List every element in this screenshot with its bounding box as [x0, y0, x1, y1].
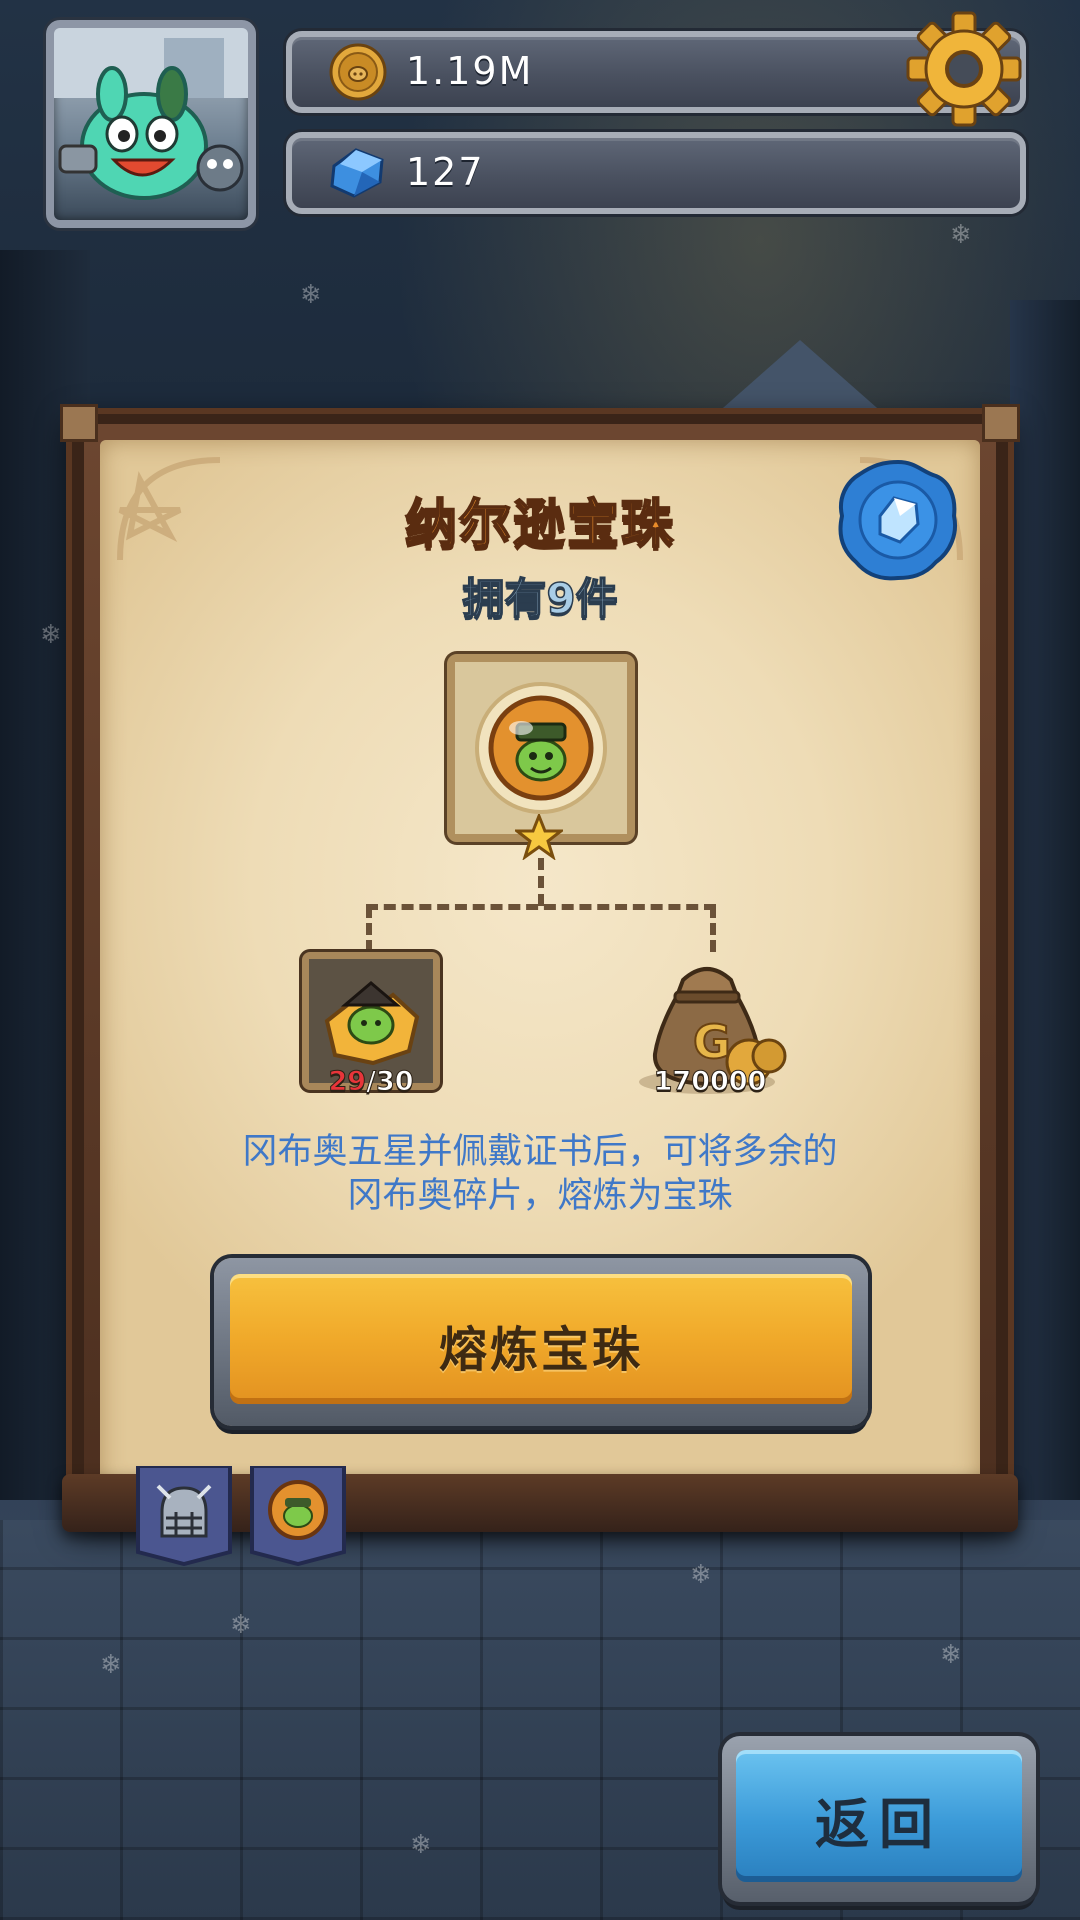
snowflake-icon: ❄: [100, 1650, 122, 1680]
orb-title: 纳尔逊宝珠: [404, 494, 675, 556]
tab-helmet[interactable]: [136, 1466, 232, 1566]
gold-coin-icon: [329, 43, 387, 101]
player-avatar[interactable]: [46, 20, 256, 228]
game-screen: ❄ ❄ ❄ ❄ ❄ ❄ ❄ ❄ 1.19M 127 纳尔逊宝珠 拥有9件 29/…: [0, 0, 1080, 1920]
gold-cost: 170000: [653, 1066, 767, 1098]
panel-corner-bolt: [982, 404, 1020, 442]
fragment-have: 29: [328, 1066, 367, 1098]
fragment-separator: /: [366, 1066, 377, 1098]
snowflake-icon: ❄: [410, 1830, 432, 1860]
gem-amount: 127: [406, 150, 485, 194]
helmet-tab-icon: [156, 1484, 212, 1538]
svg-text:G: G: [693, 1015, 731, 1069]
pet-avatar-icon: [54, 28, 248, 200]
owned-count: 拥有9件: [462, 573, 619, 624]
description-line: 冈布奥碎片，熔炼为宝珠: [347, 1176, 733, 1216]
smelt-button-face: 熔炼宝珠: [230, 1274, 852, 1404]
back-button-face: 返回: [736, 1750, 1022, 1882]
orb-tab-icon: [268, 1480, 328, 1540]
back-button[interactable]: 返回: [722, 1736, 1036, 1902]
orb-item-icon: [455, 662, 627, 834]
snowflake-icon: ❄: [950, 220, 972, 250]
recipe-connector: [710, 906, 716, 952]
panel-corner-bolt: [60, 404, 98, 442]
tab-orb[interactable]: [250, 1466, 346, 1566]
smelt-orb-button[interactable]: 熔炼宝珠: [214, 1258, 868, 1426]
smelt-button-label: 熔炼宝珠: [438, 1322, 643, 1378]
snowflake-icon: ❄: [300, 280, 322, 310]
background-wall-right: [1010, 300, 1080, 1500]
description-line: 冈布奥五星并佩戴证书后，可将多余的: [242, 1132, 838, 1172]
recipe-connector: [366, 904, 716, 910]
gem-counter: 127: [286, 132, 1026, 214]
recipe-connector: [538, 858, 544, 906]
smelt-description: 冈布奥五星并佩戴证书后，可将多余的 冈布奥碎片，熔炼为宝珠: [150, 1130, 930, 1218]
gear-icon[interactable]: [905, 10, 1023, 128]
blue-gem-icon: [330, 148, 384, 198]
snowflake-icon: ❄: [690, 1560, 712, 1590]
back-button-label: 返回: [815, 1793, 943, 1856]
snowflake-icon: ❄: [940, 1640, 962, 1670]
gold-amount: 1.19M: [406, 49, 534, 93]
fragment-need: 30: [375, 1066, 414, 1098]
hero-fragment-icon: [309, 959, 433, 1083]
fragment-count: 29/30: [302, 1066, 440, 1098]
star-rating-icon: [515, 814, 563, 860]
recipe-connector: [366, 906, 372, 952]
snowflake-icon: ❄: [230, 1610, 252, 1640]
